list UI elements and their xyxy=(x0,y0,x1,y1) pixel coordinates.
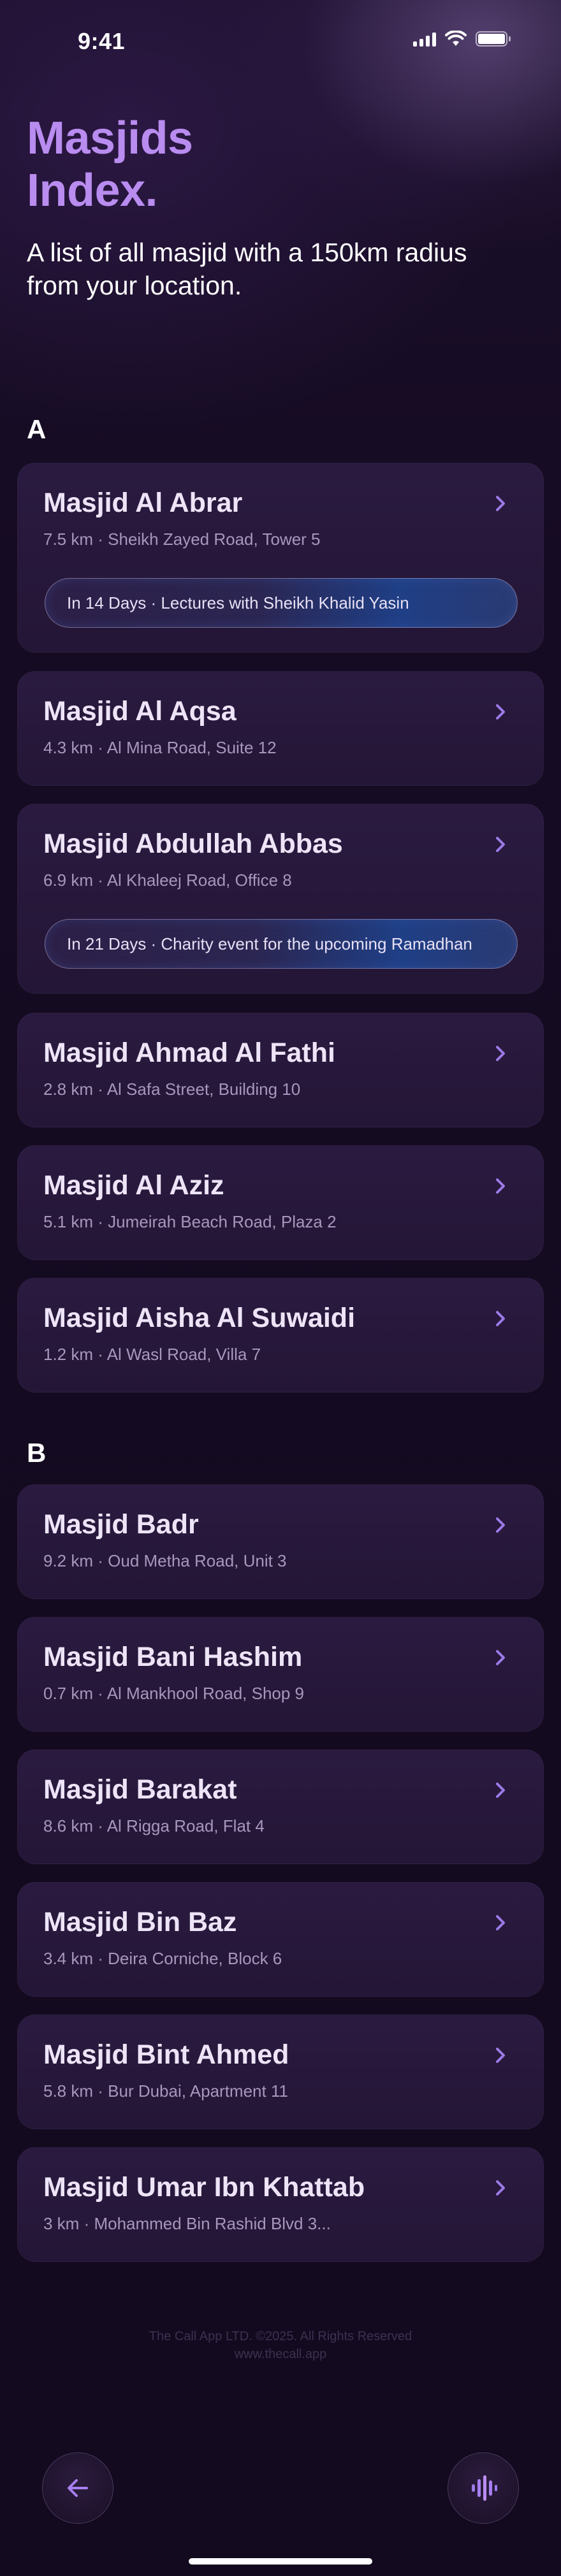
chevron-right-icon xyxy=(496,496,505,511)
footer-website[interactable]: www.thecall.app xyxy=(0,2345,561,2363)
chevron-right-icon xyxy=(496,2180,505,2196)
masjid-meta: 5.8 km · Bur Dubai, Apartment 11 xyxy=(43,2081,288,2101)
masjid-name: Masjid Aisha Al Suwaidi xyxy=(43,1303,356,1333)
masjid-meta: 9.2 km · Oud Metha Road, Unit 3 xyxy=(43,1551,287,1570)
chevron-right-icon xyxy=(496,704,505,720)
footer: The Call App LTD. ©2025. All Rights Rese… xyxy=(0,2327,561,2363)
chevron-right-icon xyxy=(496,1783,505,1798)
masjid-meta: 2.8 km · Al Safa Street, Building 10 xyxy=(43,1080,301,1099)
masjid-meta: 4.3 km · Al Mina Road, Suite 12 xyxy=(43,738,277,757)
masjid-meta: 0.7 km · Al Mankhool Road, Shop 9 xyxy=(43,1684,305,1703)
masjid-name: Masjid Ahmad Al Fathi xyxy=(43,1038,335,1068)
voice-waveform-icon xyxy=(472,2475,497,2501)
masjid-card[interactable]: Masjid Bin Baz 3.4 km · Deira Corniche, … xyxy=(17,1882,544,1997)
arrow-left-icon xyxy=(68,2479,88,2497)
masjid-address: Sheikh Zayed Road, Tower 5 xyxy=(108,530,321,549)
masjid-card[interactable]: Masjid Al Abrar 7.5 km · Sheikh Zayed Ro… xyxy=(17,463,544,653)
masjid-name: Masjid Bin Baz xyxy=(43,1907,237,1937)
masjid-address: Mohammed Bin Rashid Blvd 3... xyxy=(94,2214,331,2233)
home-indicator[interactable] xyxy=(189,2558,372,2565)
masjid-distance: 6.9 km xyxy=(43,871,94,890)
masjid-address: Al Khaleej Road, Office 8 xyxy=(106,871,292,890)
chevron-right-icon xyxy=(496,1517,505,1533)
masjid-card[interactable]: Masjid Umar Ibn Khattab 3 km · Mohammed … xyxy=(17,2147,544,2262)
masjid-distance: 8.6 km xyxy=(43,1816,94,1835)
chevron-right-icon xyxy=(496,2048,505,2063)
battery-icon xyxy=(476,31,511,47)
masjid-distance: 3.4 km xyxy=(43,1949,94,1968)
masjid-address: Al Wasl Road, Villa 7 xyxy=(106,1345,261,1364)
masjid-meta: 8.6 km · Al Rigga Road, Flat 4 xyxy=(43,1816,265,1835)
masjid-meta: 7.5 km · Sheikh Zayed Road, Tower 5 xyxy=(43,530,321,549)
masjid-distance: 1.2 km xyxy=(43,1345,94,1364)
masjid-card[interactable]: Masjid Al Aziz 5.1 km · Jumeirah Beach R… xyxy=(17,1145,544,1260)
page-subtitle: A list of all masjid with a 150km radius… xyxy=(27,238,467,300)
voice-button[interactable] xyxy=(448,2452,519,2524)
masjid-meta: 3.4 km · Deira Corniche, Block 6 xyxy=(43,1949,282,1968)
masjid-distance: 4.3 km xyxy=(43,738,94,757)
masjid-card[interactable]: Masjid Ahmad Al Fathi 2.8 km · Al Safa S… xyxy=(17,1013,544,1127)
section-header-b: B xyxy=(27,1438,47,1468)
chevron-right-icon xyxy=(496,1915,505,1930)
masjid-meta: 6.9 km · Al Khaleej Road, Office 8 xyxy=(43,871,292,890)
chevron-right-icon xyxy=(496,1046,505,1061)
page-title: Masjids Index. xyxy=(27,113,193,216)
status-bar: 9:41 xyxy=(0,0,561,83)
masjid-meta: 5.1 km · Jumeirah Beach Road, Plaza 2 xyxy=(43,1212,337,1231)
masjid-distance: 3 km xyxy=(43,2214,80,2233)
masjid-address: Jumeirah Beach Road, Plaza 2 xyxy=(108,1212,337,1231)
masjid-address: Oud Metha Road, Unit 3 xyxy=(108,1551,287,1570)
masjid-distance: 0.7 km xyxy=(43,1684,94,1703)
masjid-name: Masjid Al Aziz xyxy=(43,1170,224,1201)
event-pill[interactable]: In 21 Days · Charity event for the upcom… xyxy=(45,919,518,969)
masjid-address: Al Mina Road, Suite 12 xyxy=(106,738,277,757)
masjid-name: Masjid Bani Hashim xyxy=(43,1642,303,1672)
masjids-index-screen: 9:41 Masjids Index. A list of all masjid… xyxy=(0,0,561,2576)
chevron-right-icon xyxy=(496,1311,505,1326)
masjid-meta: 3 km · Mohammed Bin Rashid Blvd 3... xyxy=(43,2214,331,2233)
status-icons xyxy=(413,31,511,47)
chevron-right-icon xyxy=(496,837,505,852)
masjid-card[interactable]: Masjid Barakat 8.6 km · Al Rigga Road, F… xyxy=(17,1749,544,1864)
masjid-name: Masjid Abdullah Abbas xyxy=(43,829,343,859)
masjid-address: Deira Corniche, Block 6 xyxy=(108,1949,282,1968)
section-header-a: A xyxy=(27,414,47,444)
masjid-name: Masjid Barakat xyxy=(43,1774,237,1805)
footer-copyright: The Call App LTD. ©2025. All Rights Rese… xyxy=(149,2329,412,2343)
masjid-address: Al Safa Street, Building 10 xyxy=(106,1080,301,1099)
masjid-card[interactable]: Masjid Al Aqsa 4.3 km · Al Mina Road, Su… xyxy=(17,671,544,786)
event-text: In 14 Days · Lectures with Sheikh Khalid… xyxy=(67,593,409,612)
cellular-signal-icon xyxy=(413,31,436,47)
masjid-address: Bur Dubai, Apartment 11 xyxy=(108,2081,288,2101)
masjid-distance: 7.5 km xyxy=(43,530,94,549)
masjid-distance: 2.8 km xyxy=(43,1080,94,1099)
chevron-right-icon xyxy=(496,1650,505,1665)
masjid-name: Masjid Bint Ahmed xyxy=(43,2039,289,2070)
masjid-address: Al Rigga Road, Flat 4 xyxy=(106,1816,265,1835)
masjid-meta: 1.2 km · Al Wasl Road, Villa 7 xyxy=(43,1345,261,1364)
masjid-name: Masjid Al Aqsa xyxy=(43,696,237,727)
wifi-icon xyxy=(445,31,467,46)
masjid-name: Masjid Al Abrar xyxy=(43,488,243,518)
masjid-card[interactable]: Masjid Badr 9.2 km · Oud Metha Road, Uni… xyxy=(17,1484,544,1599)
masjid-address: Al Mankhool Road, Shop 9 xyxy=(106,1684,305,1703)
masjid-card[interactable]: Masjid Aisha Al Suwaidi 1.2 km · Al Wasl… xyxy=(17,1278,544,1393)
status-time: 9:41 xyxy=(78,28,126,54)
chevron-right-icon xyxy=(496,1178,505,1194)
masjid-card[interactable]: Masjid Bani Hashim 0.7 km · Al Mankhool … xyxy=(17,1617,544,1732)
event-text: In 21 Days · Charity event for the upcom… xyxy=(67,934,472,953)
masjid-name: Masjid Badr xyxy=(43,1509,199,1540)
masjid-name: Masjid Umar Ibn Khattab xyxy=(43,2172,365,2203)
masjid-card[interactable]: Masjid Abdullah Abbas 6.9 km · Al Khalee… xyxy=(17,804,544,994)
masjid-distance: 9.2 km xyxy=(43,1551,94,1570)
masjid-card[interactable]: Masjid Bint Ahmed 5.8 km · Bur Dubai, Ap… xyxy=(17,2015,544,2129)
masjid-distance: 5.1 km xyxy=(43,1212,94,1231)
masjid-distance: 5.8 km xyxy=(43,2081,94,2101)
event-pill[interactable]: In 14 Days · Lectures with Sheikh Khalid… xyxy=(45,578,518,628)
back-button[interactable] xyxy=(42,2452,113,2524)
